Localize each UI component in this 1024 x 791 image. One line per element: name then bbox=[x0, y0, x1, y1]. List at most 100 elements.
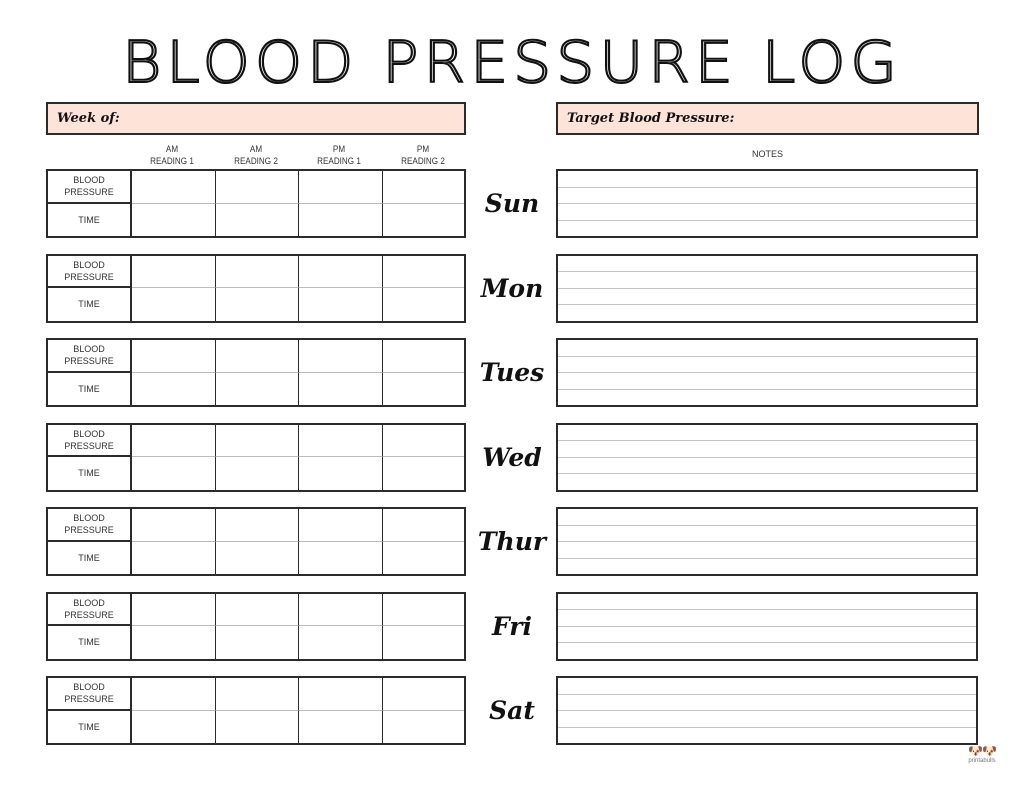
day-label-tues: Tues bbox=[479, 358, 545, 387]
bp-am-reading-2-cell[interactable] bbox=[215, 509, 299, 542]
notes-line[interactable] bbox=[558, 305, 976, 321]
time-pm-reading-2-cell[interactable] bbox=[383, 204, 465, 237]
time-am-reading-1-cell[interactable] bbox=[132, 288, 216, 321]
target-blood-pressure-field[interactable]: Target Blood Pressure: bbox=[556, 102, 979, 135]
time-pm-reading-1-cell[interactable] bbox=[299, 626, 383, 659]
bp-am-reading-2-cell[interactable] bbox=[215, 340, 299, 373]
time-pm-reading-1-cell[interactable] bbox=[299, 288, 383, 321]
bp-pm-reading-1-cell[interactable] bbox=[299, 424, 383, 457]
notes-line[interactable] bbox=[558, 425, 976, 441]
time-pm-reading-2-cell[interactable] bbox=[383, 626, 465, 659]
notes-line[interactable] bbox=[558, 678, 976, 695]
time-pm-reading-2-cell[interactable] bbox=[383, 711, 465, 744]
bp-am-reading-1-cell[interactable] bbox=[132, 593, 216, 626]
notes-box[interactable] bbox=[556, 253, 978, 323]
time-pm-reading-1-cell[interactable] bbox=[299, 710, 383, 743]
notes-line[interactable] bbox=[558, 509, 976, 526]
time-am-reading-2-cell[interactable] bbox=[216, 541, 299, 574]
time-am-reading-2-cell[interactable] bbox=[216, 710, 299, 743]
column-header-line2: READING 2 bbox=[234, 156, 278, 166]
notes-box[interactable] bbox=[556, 422, 978, 492]
notes-line[interactable] bbox=[558, 711, 976, 728]
notes-line[interactable] bbox=[558, 559, 976, 575]
time-am-reading-2-cell[interactable] bbox=[216, 626, 299, 659]
notes-line[interactable] bbox=[558, 357, 976, 373]
time-am-reading-1-cell[interactable] bbox=[132, 372, 216, 405]
notes-box[interactable] bbox=[556, 507, 978, 576]
blood-pressure-row-label: BLOOD PRESSURE bbox=[48, 255, 132, 288]
notes-line[interactable] bbox=[558, 441, 976, 458]
time-pm-reading-1-cell[interactable] bbox=[299, 203, 383, 236]
notes-line[interactable] bbox=[558, 188, 976, 204]
time-am-reading-1-cell[interactable] bbox=[132, 626, 216, 659]
column-header-line2: READING 1 bbox=[317, 156, 361, 166]
bp-pm-reading-2-cell[interactable] bbox=[382, 340, 464, 373]
week-of-field[interactable]: Week of: bbox=[46, 102, 466, 135]
time-label: TIME bbox=[78, 299, 100, 310]
bp-pm-reading-2-cell[interactable] bbox=[382, 425, 464, 457]
notes-box[interactable] bbox=[556, 676, 978, 745]
notes-line[interactable] bbox=[558, 594, 976, 610]
bp-am-reading-1-cell[interactable] bbox=[132, 678, 216, 711]
time-am-reading-1-cell[interactable] bbox=[132, 457, 216, 490]
bp-pm-reading-2-cell[interactable] bbox=[382, 594, 464, 626]
bp-am-reading-2-cell[interactable] bbox=[215, 678, 299, 711]
time-pm-reading-2-cell[interactable] bbox=[383, 373, 465, 406]
bp-am-reading-2-cell[interactable] bbox=[215, 593, 299, 626]
time-pm-reading-2-cell[interactable] bbox=[383, 457, 465, 490]
bp-pm-reading-2-cell[interactable] bbox=[382, 171, 464, 204]
notes-line[interactable] bbox=[558, 171, 976, 188]
bp-am-reading-1-cell[interactable] bbox=[132, 340, 216, 373]
bp-am-reading-1-cell[interactable] bbox=[132, 424, 216, 457]
time-pm-reading-1-cell[interactable] bbox=[299, 541, 383, 574]
bp-pm-reading-2-cell[interactable] bbox=[382, 509, 464, 542]
notes-line[interactable] bbox=[558, 695, 976, 711]
target-blood-pressure-label: Target Blood Pressure: bbox=[567, 111, 735, 126]
bp-am-reading-2-cell[interactable] bbox=[215, 424, 299, 457]
bp-pm-reading-1-cell[interactable] bbox=[299, 255, 383, 288]
notes-line[interactable] bbox=[558, 458, 976, 474]
notes-box[interactable] bbox=[556, 169, 978, 238]
time-pm-reading-2-cell[interactable] bbox=[383, 288, 465, 321]
bp-am-reading-1-cell[interactable] bbox=[132, 509, 216, 542]
time-am-reading-1-cell[interactable] bbox=[132, 710, 216, 743]
time-am-reading-2-cell[interactable] bbox=[216, 203, 299, 236]
bp-pm-reading-2-cell[interactable] bbox=[382, 678, 464, 711]
notes-line[interactable] bbox=[558, 643, 976, 659]
time-am-reading-2-cell[interactable] bbox=[216, 372, 299, 405]
bp-am-reading-1-cell[interactable] bbox=[132, 171, 216, 204]
time-am-reading-1-cell[interactable] bbox=[132, 203, 216, 236]
bp-pm-reading-1-cell[interactable] bbox=[299, 678, 383, 711]
notes-line[interactable] bbox=[558, 390, 976, 406]
notes-line[interactable] bbox=[558, 526, 976, 542]
notes-line[interactable] bbox=[558, 373, 976, 390]
time-am-reading-1-cell[interactable] bbox=[132, 541, 216, 574]
time-am-reading-2-cell[interactable] bbox=[216, 457, 299, 490]
notes-line[interactable] bbox=[558, 610, 976, 627]
bp-am-reading-2-cell[interactable] bbox=[215, 255, 299, 288]
bp-pm-reading-1-cell[interactable] bbox=[299, 509, 383, 542]
time-pm-reading-1-cell[interactable] bbox=[299, 372, 383, 405]
notes-box[interactable] bbox=[556, 338, 978, 407]
time-pm-reading-1-cell[interactable] bbox=[299, 457, 383, 490]
bp-pm-reading-1-cell[interactable] bbox=[299, 171, 383, 204]
time-am-reading-2-cell[interactable] bbox=[216, 288, 299, 321]
notes-line[interactable] bbox=[558, 221, 976, 237]
bp-pm-reading-2-cell[interactable] bbox=[382, 256, 464, 288]
bp-am-reading-2-cell[interactable] bbox=[215, 171, 299, 204]
bp-am-reading-1-cell[interactable] bbox=[132, 255, 216, 288]
notes-line[interactable] bbox=[558, 272, 976, 289]
notes-line[interactable] bbox=[558, 256, 976, 272]
bp-pm-reading-1-cell[interactable] bbox=[299, 340, 383, 373]
reading-table: BLOOD PRESSURE TIME bbox=[46, 169, 466, 238]
notes-line[interactable] bbox=[558, 627, 976, 643]
notes-line[interactable] bbox=[558, 542, 976, 559]
notes-line[interactable] bbox=[558, 728, 976, 744]
notes-line[interactable] bbox=[558, 340, 976, 357]
time-pm-reading-2-cell[interactable] bbox=[383, 542, 465, 575]
notes-line[interactable] bbox=[558, 204, 976, 221]
bp-pm-reading-1-cell[interactable] bbox=[299, 593, 383, 626]
notes-line[interactable] bbox=[558, 289, 976, 305]
notes-line[interactable] bbox=[558, 474, 976, 490]
notes-box[interactable] bbox=[556, 591, 978, 661]
